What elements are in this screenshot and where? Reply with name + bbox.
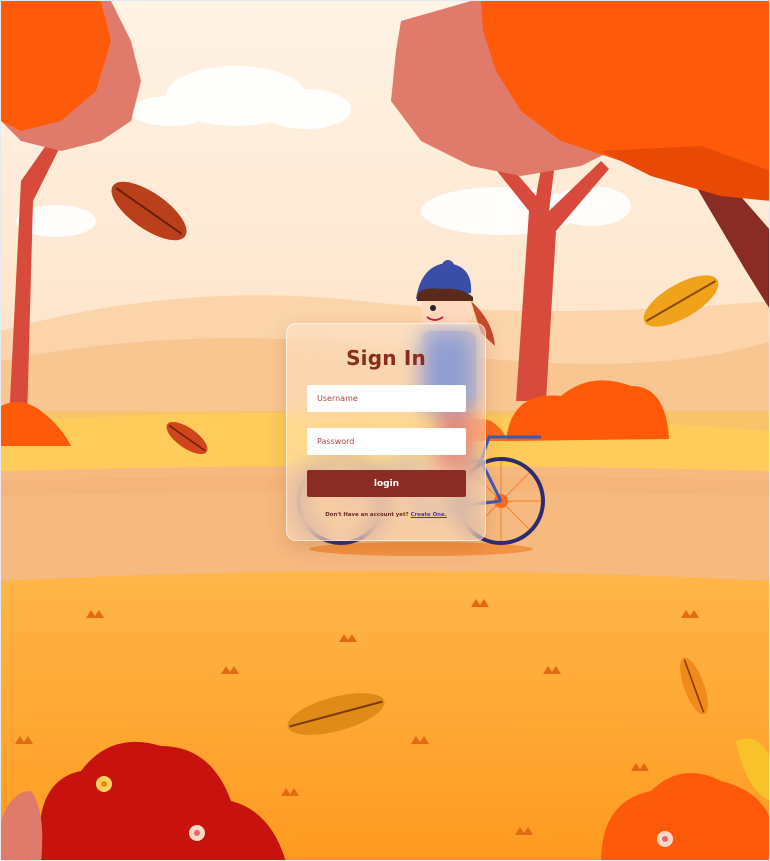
login-page: Sign In login Don't Have an account yet?… (0, 0, 770, 861)
sign-in-card: Sign In login Don't Have an account yet?… (286, 323, 486, 541)
signup-prompt: Don't Have an account yet? Create One. (287, 512, 485, 518)
sign-in-title: Sign In (346, 346, 426, 370)
login-button[interactable]: login (307, 470, 466, 497)
signup-prompt-text: Don't Have an account yet? (325, 512, 409, 518)
password-input[interactable] (307, 428, 466, 455)
create-account-link[interactable]: Create One. (411, 512, 447, 518)
username-input[interactable] (307, 385, 466, 412)
